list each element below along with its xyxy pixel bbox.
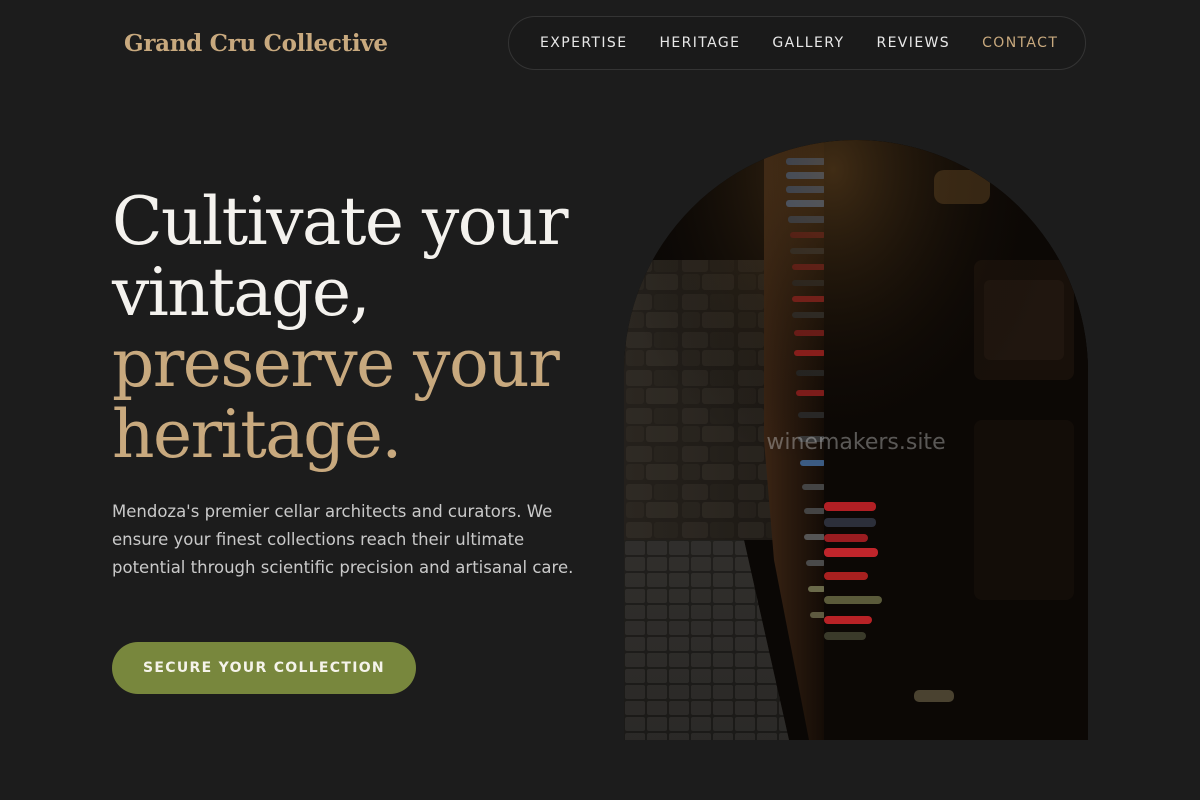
- nav-link-reviews[interactable]: REVIEWS: [876, 35, 950, 51]
- headline-line-2: vintage,: [112, 254, 371, 331]
- nav-link-expertise[interactable]: EXPERTISE: [540, 35, 627, 51]
- wine-cellar-illustration: [624, 140, 1088, 740]
- secure-collection-button[interactable]: SECURE YOUR COLLECTION: [112, 642, 416, 694]
- nav-link-gallery[interactable]: GALLERY: [772, 35, 844, 51]
- nav-link-contact[interactable]: CONTACT: [982, 35, 1058, 51]
- hero-description: Mendoza's premier cellar architects and …: [112, 502, 574, 577]
- headline-accent-line-2: heritage.: [112, 396, 402, 473]
- landing-page: Grand Cru Collective EXPERTISE HERITAGE …: [0, 0, 1200, 800]
- headline-line-1: Cultivate your: [112, 183, 569, 260]
- main-nav: EXPERTISE HERITAGE GALLERY REVIEWS CONTA…: [508, 16, 1086, 70]
- headline-accent-line-1: preserve your: [112, 325, 560, 402]
- hero-headline: Cultivate your vintage, preserve your he…: [112, 183, 569, 473]
- brand-logo[interactable]: Grand Cru Collective: [124, 30, 388, 57]
- wine-cellar-image: winemakers.site: [624, 140, 1088, 740]
- nav-link-heritage[interactable]: HERITAGE: [659, 35, 740, 51]
